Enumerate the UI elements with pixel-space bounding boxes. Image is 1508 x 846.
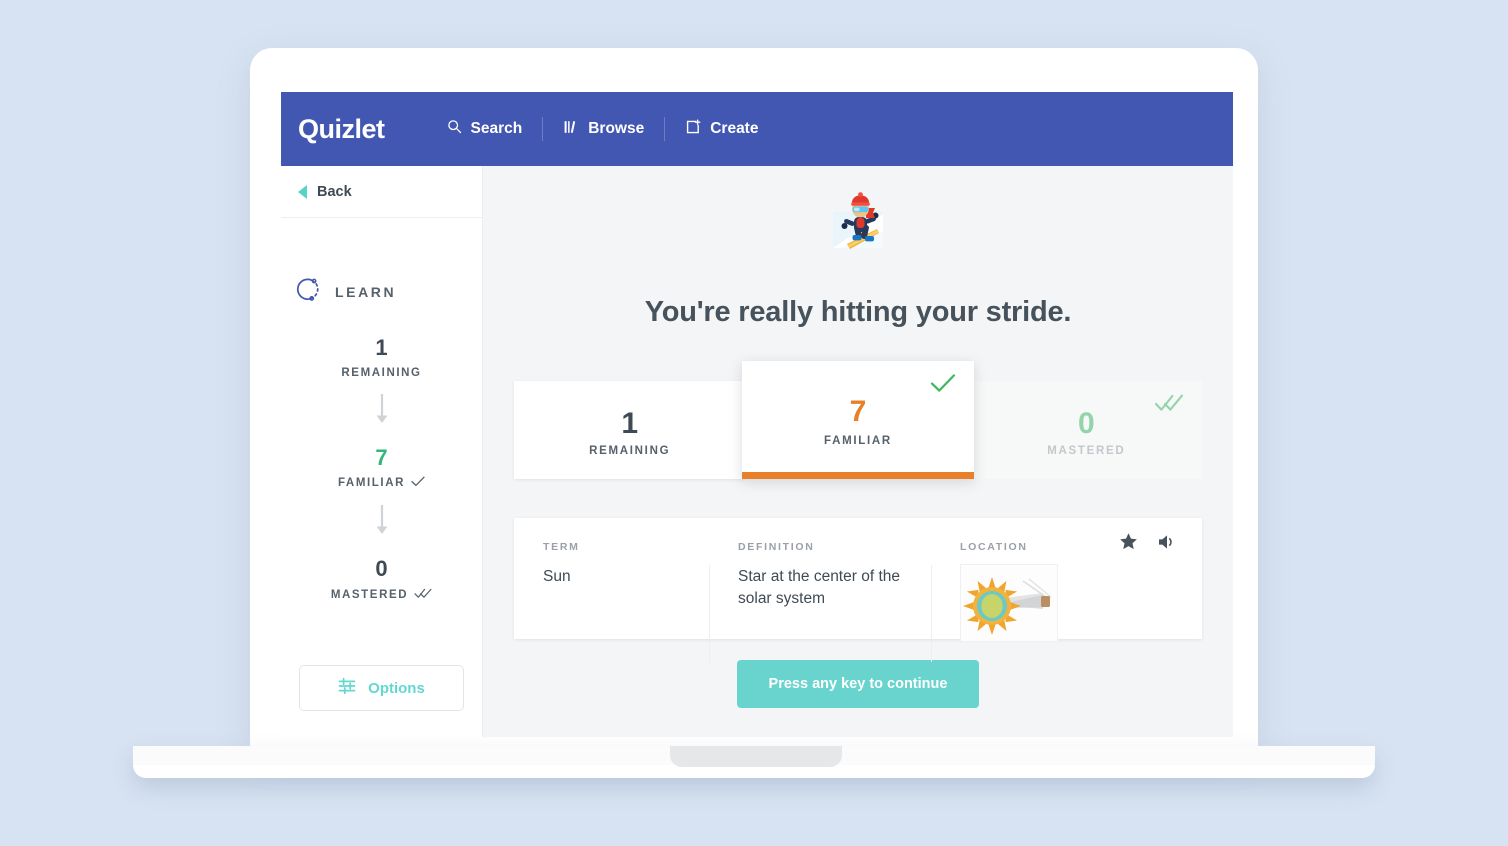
nav-item-search-label: Search bbox=[470, 120, 523, 137]
sidebar-progress: 1 REMAINING 7 FAMILIAR 0 MASTERED bbox=[281, 334, 482, 602]
double-check-icon bbox=[414, 588, 432, 602]
nav-item-browse-label: Browse bbox=[588, 120, 645, 137]
sliders-icon bbox=[338, 677, 356, 699]
options-button-wrap: Options bbox=[281, 665, 482, 737]
main-content: You're really hitting your stride. 1 REM… bbox=[483, 166, 1233, 737]
progress-card-familiar-value: 7 bbox=[849, 395, 867, 428]
single-check-icon bbox=[411, 476, 425, 490]
sidebar-familiar-value: 7 bbox=[375, 444, 388, 470]
hero-illustration bbox=[514, 166, 1202, 263]
options-button-label: Options bbox=[368, 679, 425, 697]
arrow-down-icon bbox=[375, 503, 389, 542]
continue-button[interactable]: Press any key to continue bbox=[736, 660, 980, 708]
screenshot-stage: Quizlet Search Browse Create Back LEARN … bbox=[0, 0, 1508, 846]
learn-mode-badge: LEARN bbox=[295, 276, 482, 308]
quizlet-logo[interactable]: Quizlet bbox=[298, 114, 385, 145]
app-body: Back LEARN 1 REMAINING 7 FAMILIAR 0 MAST… bbox=[281, 166, 1233, 737]
snowboarder-emoji bbox=[833, 192, 883, 249]
nav-item-create[interactable]: Create bbox=[665, 119, 778, 140]
top-navbar: Quizlet Search Browse Create bbox=[281, 92, 1233, 166]
active-card-indicator bbox=[742, 472, 974, 479]
sidebar-progress-remaining: 1 REMAINING bbox=[281, 334, 482, 379]
progress-card-remaining-value: 1 bbox=[621, 407, 638, 440]
sidebar-remaining-value: 1 bbox=[375, 335, 388, 360]
definition-column-header: DEFINITION bbox=[738, 541, 815, 553]
progress-card-mastered[interactable]: 0 MASTERED bbox=[970, 381, 1202, 479]
progress-card-familiar-label: FAMILIAR bbox=[824, 435, 892, 447]
speaker-icon[interactable] bbox=[1157, 533, 1177, 556]
laptop-trackpad-notch bbox=[670, 746, 842, 767]
term-column: TERM Sun bbox=[514, 541, 709, 639]
term-value: Sun bbox=[543, 568, 571, 585]
sidebar-familiar-label: FAMILIAR bbox=[281, 476, 482, 490]
options-button[interactable]: Options bbox=[299, 665, 464, 711]
back-button-label: Back bbox=[317, 183, 352, 200]
progress-card-familiar[interactable]: 7 FAMILIAR bbox=[742, 361, 974, 479]
nav-item-search[interactable]: Search bbox=[427, 119, 543, 139]
progress-card-remaining[interactable]: 1 REMAINING bbox=[514, 381, 746, 479]
definition-column: DEFINITION Star at the center of the sol… bbox=[709, 541, 931, 662]
star-icon[interactable] bbox=[1119, 532, 1138, 556]
sidebar: Back LEARN 1 REMAINING 7 FAMILIAR 0 MAST… bbox=[281, 166, 483, 737]
browse-icon bbox=[563, 119, 579, 140]
sidebar-mastered-value: 0 bbox=[375, 556, 388, 581]
sidebar-mastered-label: MASTERED bbox=[281, 588, 482, 602]
page-title: You're really hitting your stride. bbox=[644, 296, 1072, 328]
progress-card-mastered-value: 0 bbox=[1077, 407, 1095, 440]
nav-item-create-label: Create bbox=[710, 120, 759, 137]
sidebar-progress-familiar: 7 FAMILIAR bbox=[281, 444, 482, 491]
back-button[interactable]: Back bbox=[281, 166, 482, 218]
progress-cards: 1 REMAINING 7 FAMILIAR 0 MASTERED bbox=[514, 361, 1202, 479]
nav-item-browse[interactable]: Browse bbox=[543, 119, 664, 140]
sidebar-remaining-label: REMAINING bbox=[341, 366, 422, 379]
arrow-down-icon bbox=[375, 392, 389, 431]
progress-card-remaining-label: REMAINING bbox=[589, 445, 671, 457]
sun-diagram-image[interactable] bbox=[960, 564, 1058, 642]
create-icon bbox=[685, 119, 701, 140]
term-row: TERM Sun DEFINITION Star at the center o… bbox=[514, 518, 1202, 662]
term-column-header: TERM bbox=[543, 541, 580, 553]
sidebar-progress-mastered: 0 MASTERED bbox=[281, 555, 482, 602]
learn-mode-label: LEARN bbox=[335, 284, 397, 300]
search-icon bbox=[447, 119, 462, 139]
progress-card-mastered-label: MASTERED bbox=[1047, 445, 1126, 457]
browser-screen: Quizlet Search Browse Create Back LEARN … bbox=[281, 92, 1233, 737]
definition-value: Star at the center of the solar system bbox=[738, 568, 900, 607]
continue-button-wrap: Press any key to continue bbox=[514, 660, 1202, 708]
chevron-left-icon bbox=[298, 184, 307, 199]
term-row-actions bbox=[1119, 532, 1177, 556]
learn-circle-icon bbox=[295, 276, 322, 308]
